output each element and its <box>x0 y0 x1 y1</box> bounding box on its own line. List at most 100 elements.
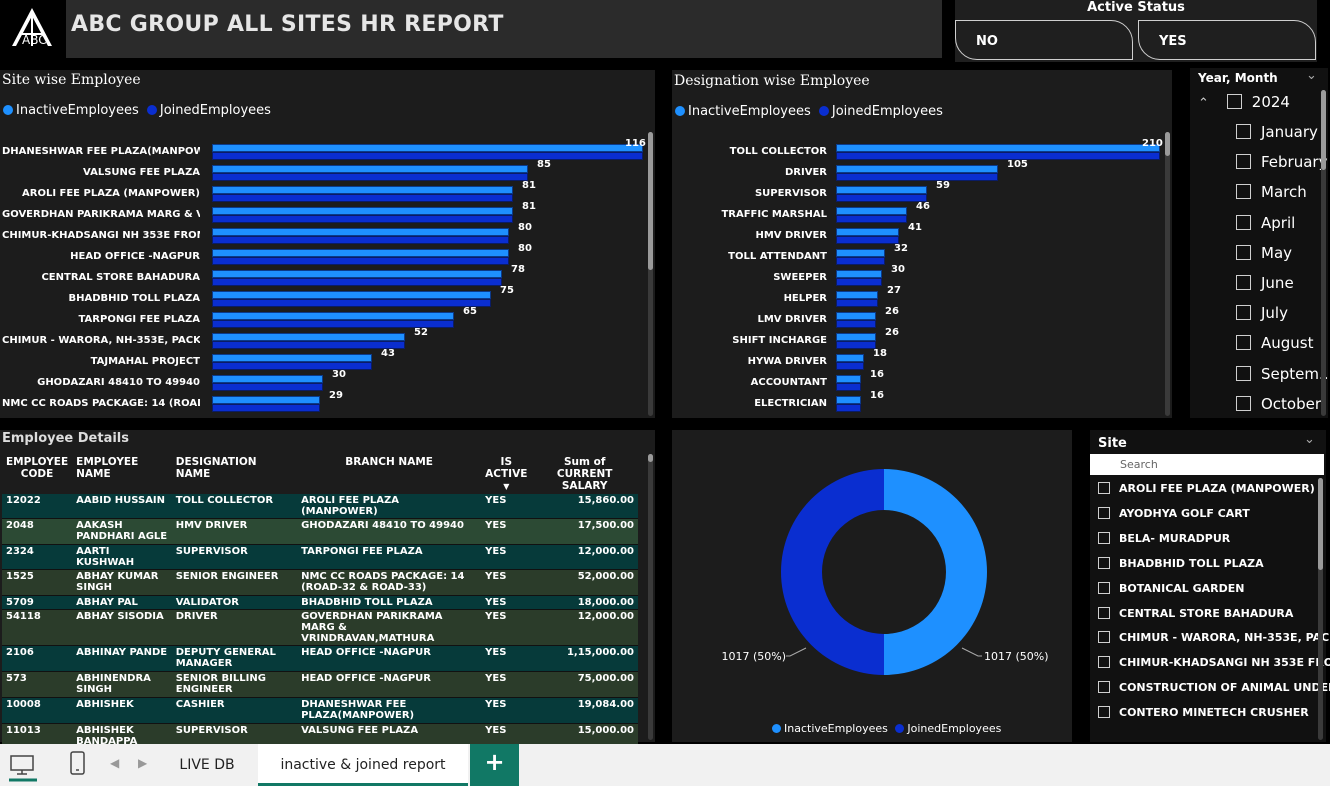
bar[interactable] <box>836 270 882 286</box>
bar-inactive[interactable] <box>212 144 643 152</box>
bar-joined[interactable] <box>212 257 509 265</box>
bar-joined[interactable] <box>212 341 405 349</box>
column-header-employee-name[interactable]: EMPLOYEE NAME <box>72 454 172 494</box>
year-item[interactable]: ⌃ 2024 <box>1198 93 1290 111</box>
prev-page-icon[interactable]: ◀ <box>110 756 119 770</box>
bar[interactable] <box>836 396 861 412</box>
bar[interactable] <box>836 375 861 391</box>
column-header-salary[interactable]: Sum of CURRENT SALARY <box>531 454 638 494</box>
month-item[interactable]: July <box>1236 304 1288 322</box>
site-search-input[interactable]: Search <box>1090 454 1324 475</box>
bar[interactable] <box>212 249 509 265</box>
chevron-down-icon[interactable]: ⌄ <box>1306 68 1317 83</box>
bar-joined[interactable] <box>836 152 1160 160</box>
bar-inactive[interactable] <box>212 312 454 320</box>
bar-inactive[interactable] <box>212 207 513 215</box>
checkbox[interactable] <box>1098 681 1110 694</box>
scrollbar-thumb[interactable] <box>648 454 653 462</box>
bar-inactive[interactable] <box>212 165 528 173</box>
bar-inactive[interactable] <box>836 270 882 278</box>
bar-inactive[interactable] <box>836 228 899 236</box>
donut-slice-inactive[interactable] <box>884 469 987 675</box>
bar-joined[interactable] <box>836 299 878 307</box>
bar[interactable] <box>836 144 1160 160</box>
add-page-button[interactable]: + <box>470 744 519 786</box>
table-row[interactable]: 573 ABHINENDRA SINGH SENIOR BILLING ENGINE… <box>2 671 638 698</box>
bar[interactable] <box>836 228 899 244</box>
bar-joined[interactable] <box>836 341 876 349</box>
bar-joined[interactable] <box>212 173 528 181</box>
scrollbar-thumb[interactable] <box>1321 90 1326 170</box>
checkbox[interactable] <box>1098 506 1110 519</box>
checkbox[interactable] <box>1236 154 1251 170</box>
active-status-yes-button[interactable]: YES <box>1138 20 1316 60</box>
site-item[interactable]: CHIMUR-KHADSANGI NH 353E FROM ... <box>1098 656 1330 669</box>
bar-inactive[interactable] <box>212 333 405 341</box>
table-row[interactable]: 2106 ABHINAY PANDE DEPUTY GENERAL MANAGER H… <box>2 645 638 672</box>
month-item[interactable]: January <box>1236 123 1318 141</box>
bar-inactive[interactable] <box>836 207 907 215</box>
bar-inactive[interactable] <box>836 396 861 404</box>
year-slicer-scrollbar[interactable] <box>1321 90 1326 416</box>
bar-joined[interactable] <box>836 383 861 391</box>
bar-joined[interactable] <box>212 278 502 286</box>
bar-joined[interactable] <box>212 215 513 223</box>
column-header-branch-name[interactable]: BRANCH NAME <box>297 454 482 494</box>
table-row[interactable]: 10008 ABHISHEK CASHIER DHANESHWAR FEE PLAZA… <box>2 697 638 724</box>
bar-inactive[interactable] <box>212 354 372 362</box>
checkbox[interactable] <box>1236 335 1251 351</box>
active-status-no-button[interactable]: NO <box>955 20 1133 60</box>
next-page-icon[interactable]: ▶ <box>138 756 147 770</box>
bar-inactive[interactable] <box>212 249 509 257</box>
checkbox[interactable] <box>1226 94 1242 109</box>
site-item[interactable]: CONTERO MINETECH CRUSHER <box>1098 706 1309 719</box>
checkbox[interactable] <box>1236 395 1251 411</box>
bar-joined[interactable] <box>836 404 861 412</box>
checkbox[interactable] <box>1236 365 1251 381</box>
site-item[interactable]: CHIMUR - WARORA, NH-353E, PACKA... <box>1098 631 1330 644</box>
bar-joined[interactable] <box>836 215 907 223</box>
checkbox[interactable] <box>1098 581 1110 594</box>
bar-inactive[interactable] <box>212 291 491 299</box>
bar[interactable] <box>836 312 876 328</box>
bar[interactable] <box>212 186 513 202</box>
table-row[interactable]: 1525 ABHAY KUMAR SINGH SENIOR ENGINEER NMC … <box>2 569 638 596</box>
bar-inactive[interactable] <box>212 270 502 278</box>
checkbox[interactable] <box>1098 631 1110 644</box>
site-item[interactable]: BELA- MURADPUR <box>1098 531 1230 545</box>
bar-joined[interactable] <box>836 173 998 181</box>
table-row[interactable]: 12022 AABID HUSSAIN TOLL COLLECTOR AROLI FE… <box>2 494 638 519</box>
bar-joined[interactable] <box>212 152 643 160</box>
bar[interactable] <box>836 249 885 265</box>
bar-joined[interactable] <box>836 194 927 202</box>
bar[interactable] <box>212 270 502 286</box>
bar[interactable] <box>836 333 876 349</box>
bar-inactive[interactable] <box>836 249 885 257</box>
bar[interactable] <box>212 228 509 244</box>
month-item[interactable]: June <box>1236 274 1294 292</box>
bar[interactable] <box>212 207 513 223</box>
table-row[interactable]: 5709 ABHAY PAL VALIDATOR BHADBHID TOLL PLAZ… <box>2 595 638 610</box>
bar-inactive[interactable] <box>212 228 509 236</box>
bar[interactable] <box>836 207 907 223</box>
tab-live-db[interactable]: LIVE DB <box>156 744 258 786</box>
site-item[interactable]: BHADBHID TOLL PLAZA <box>1098 556 1264 570</box>
bar[interactable] <box>212 144 643 160</box>
bar-inactive[interactable] <box>212 375 323 383</box>
checkbox[interactable] <box>1098 706 1110 719</box>
designation-chart-scrollbar[interactable] <box>1165 132 1170 416</box>
bar-inactive[interactable] <box>836 375 861 383</box>
site-item[interactable]: CONSTRUCTION OF ANIMAL UNDERPA... <box>1098 681 1330 694</box>
bar-joined[interactable] <box>836 236 899 244</box>
checkbox[interactable] <box>1098 556 1110 569</box>
site-item[interactable]: BOTANICAL GARDEN <box>1098 581 1245 595</box>
month-item[interactable]: August <box>1236 334 1314 352</box>
site-item[interactable]: CENTRAL STORE BAHADURA <box>1098 606 1293 620</box>
donut-slice-joined[interactable] <box>781 469 884 675</box>
bar-joined[interactable] <box>212 404 320 412</box>
bar[interactable] <box>836 186 927 202</box>
bar-inactive[interactable] <box>836 312 876 320</box>
checkbox[interactable] <box>1098 606 1110 619</box>
month-item[interactable]: March <box>1236 183 1307 201</box>
chevron-down-icon[interactable]: ⌄ <box>1304 432 1315 447</box>
